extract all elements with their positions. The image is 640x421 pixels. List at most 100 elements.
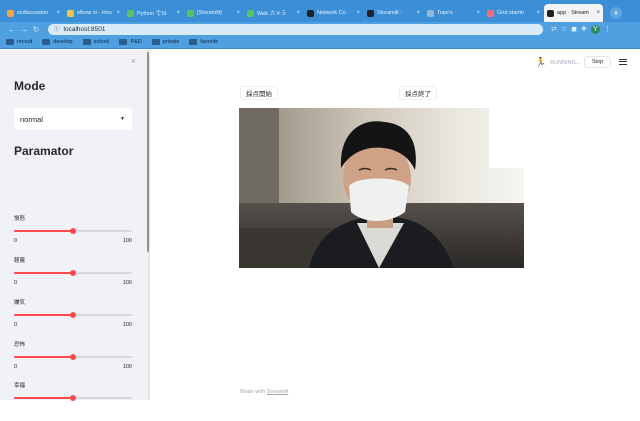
browser-tab-strip: scdiscussion × elbow si - Hoo × Python でSt ×[… (0, 0, 640, 22)
mode-heading: Mode (14, 79, 46, 93)
bookmark-recruit[interactable]: recruit (6, 39, 32, 45)
streamlit-link[interactable]: Streamlit (267, 389, 289, 395)
info-icon[interactable]: ⓘ (54, 25, 60, 33)
close-tab-icon[interactable]: × (116, 10, 120, 16)
close-tab-icon[interactable]: × (476, 10, 480, 16)
close-tab-icon[interactable]: × (56, 10, 60, 16)
folder-icon (6, 39, 14, 45)
end-scoring-button[interactable]: 採点終了 (399, 86, 437, 100)
tab-label: Python でSt (137, 11, 167, 17)
favicon-icon (547, 9, 554, 17)
tab-label: [Streamlit] (197, 10, 222, 16)
browser-tab[interactable]: app · Stream × (544, 4, 603, 22)
forward-icon[interactable]: → (18, 25, 30, 34)
favicon-icon (487, 9, 494, 17)
slider-track[interactable] (14, 395, 132, 401)
close-tab-icon[interactable]: × (416, 10, 420, 16)
browser-tab[interactable]: Python でSt × (124, 4, 183, 22)
tab-list: scdiscussion × elbow si - Hoo × Python でSt ×[… (4, 4, 604, 22)
slider-track[interactable] (14, 354, 132, 360)
start-scoring-button[interactable]: 採点開始 (240, 86, 278, 100)
close-tab-icon[interactable]: × (536, 10, 540, 16)
slider-min: 0 (14, 238, 18, 244)
close-tab-icon[interactable]: × (296, 10, 300, 16)
favicon-icon (247, 9, 254, 17)
new-tab-button[interactable]: + (610, 7, 622, 19)
slider-min: 0 (14, 364, 18, 370)
favicon-icon (307, 9, 314, 17)
url-text: localhost:8501 (63, 25, 106, 33)
star-icon[interactable]: ☆ (561, 25, 567, 33)
slider-label: 幸福 (14, 383, 26, 389)
slider-thumb[interactable] (70, 354, 76, 360)
slider-thumb[interactable] (70, 395, 76, 401)
favicon-icon (127, 9, 134, 17)
slider-anger[interactable]: 憤怒 0 100 (14, 214, 132, 254)
running-status: 🏃 RUNNING... (535, 57, 581, 67)
close-tab-icon[interactable]: × (236, 10, 240, 16)
browser-tab[interactable]: Grid startin × (484, 4, 543, 22)
slider-contempt[interactable]: 軽蔑 0 100 (14, 256, 132, 296)
close-tab-icon[interactable]: × (176, 10, 180, 16)
bookmark-favorite[interactable]: favorite (189, 39, 218, 45)
webcam-video (239, 108, 524, 268)
slider-thumb[interactable] (70, 312, 76, 318)
tab-label: Grid startin (497, 10, 524, 16)
sidebar-scrollbar[interactable] (147, 52, 149, 252)
folder-icon (151, 39, 160, 45)
close-tab-icon[interactable]: × (596, 10, 600, 16)
hamburger-menu-icon[interactable] (619, 57, 627, 65)
slider-label: 憤怒 (14, 216, 26, 222)
slider-track[interactable] (14, 270, 132, 276)
slider-max: 100 (122, 238, 132, 244)
bookmark-develop[interactable]: develop (42, 39, 73, 45)
folder-icon (189, 39, 198, 45)
slider-max: 100 (122, 364, 132, 370)
slider-track[interactable] (14, 228, 132, 234)
slider-fear[interactable]: 恐怖 0 100 (14, 340, 132, 380)
browser-tab[interactable]: Streamlit - × (364, 4, 423, 22)
bookmark-private[interactable]: private (151, 39, 179, 45)
slider-happiness[interactable]: 幸福 (14, 381, 132, 421)
mode-select[interactable]: normal ▼ (14, 108, 132, 130)
browser-toolbar: ← → ↻ ⓘ localhost:8501 ⇄ ☆ ◼ ✚ Y ⋮ (0, 22, 640, 36)
address-bar[interactable]: ⓘ localhost:8501 (48, 23, 543, 35)
browser-tab[interactable]: Tope's × (424, 4, 483, 22)
close-sidebar-icon[interactable]: × (131, 56, 136, 66)
browser-tab[interactable]: scdiscussion × (4, 4, 63, 22)
favicon-icon (67, 9, 74, 17)
browser-tab[interactable]: Network Co × (304, 4, 363, 22)
favicon-icon (187, 9, 194, 17)
bookmarks-bar: recruit develop school P&D private favor… (0, 36, 640, 49)
slider-disgust[interactable]: 嫌気 0 100 (14, 298, 132, 338)
stop-button[interactable]: Stop (584, 56, 611, 68)
profile-avatar[interactable]: Y (590, 24, 600, 34)
mode-select-value: normal (20, 114, 43, 124)
extension-icon[interactable]: ◼ (571, 25, 577, 33)
slider-thumb[interactable] (70, 270, 76, 276)
favicon-icon (7, 9, 14, 17)
puzzle-icon[interactable]: ✚ (581, 25, 587, 33)
favicon-icon (427, 9, 434, 17)
back-icon[interactable]: ← (6, 25, 18, 34)
slider-thumb[interactable] (70, 228, 76, 234)
more-icon[interactable]: ⋮ (604, 25, 611, 33)
reload-icon[interactable]: ↻ (30, 25, 42, 34)
slider-max: 100 (122, 280, 132, 286)
close-tab-icon[interactable]: × (356, 10, 360, 16)
slider-label: 恐怖 (14, 342, 26, 348)
tab-label: Network Co (317, 10, 346, 16)
tab-label: Streamlit - (377, 10, 403, 16)
translate-icon[interactable]: ⇄ (551, 25, 557, 33)
footer: Made with Streamlit (240, 389, 289, 395)
browser-tab[interactable]: Web カメラ × (244, 4, 303, 22)
caret-down-icon: ▼ (120, 116, 125, 122)
browser-tab[interactable]: [Streamlit] × (184, 4, 243, 22)
browser-tab[interactable]: elbow si - Hoo × (64, 4, 123, 22)
bookmark-school[interactable]: school (82, 39, 109, 45)
bookmark-pd[interactable]: P&D (119, 39, 142, 45)
slider-track[interactable] (14, 312, 132, 318)
slider-label: 軽蔑 (14, 258, 26, 264)
tab-label: scdiscussion (17, 10, 49, 16)
folder-icon (82, 39, 91, 45)
